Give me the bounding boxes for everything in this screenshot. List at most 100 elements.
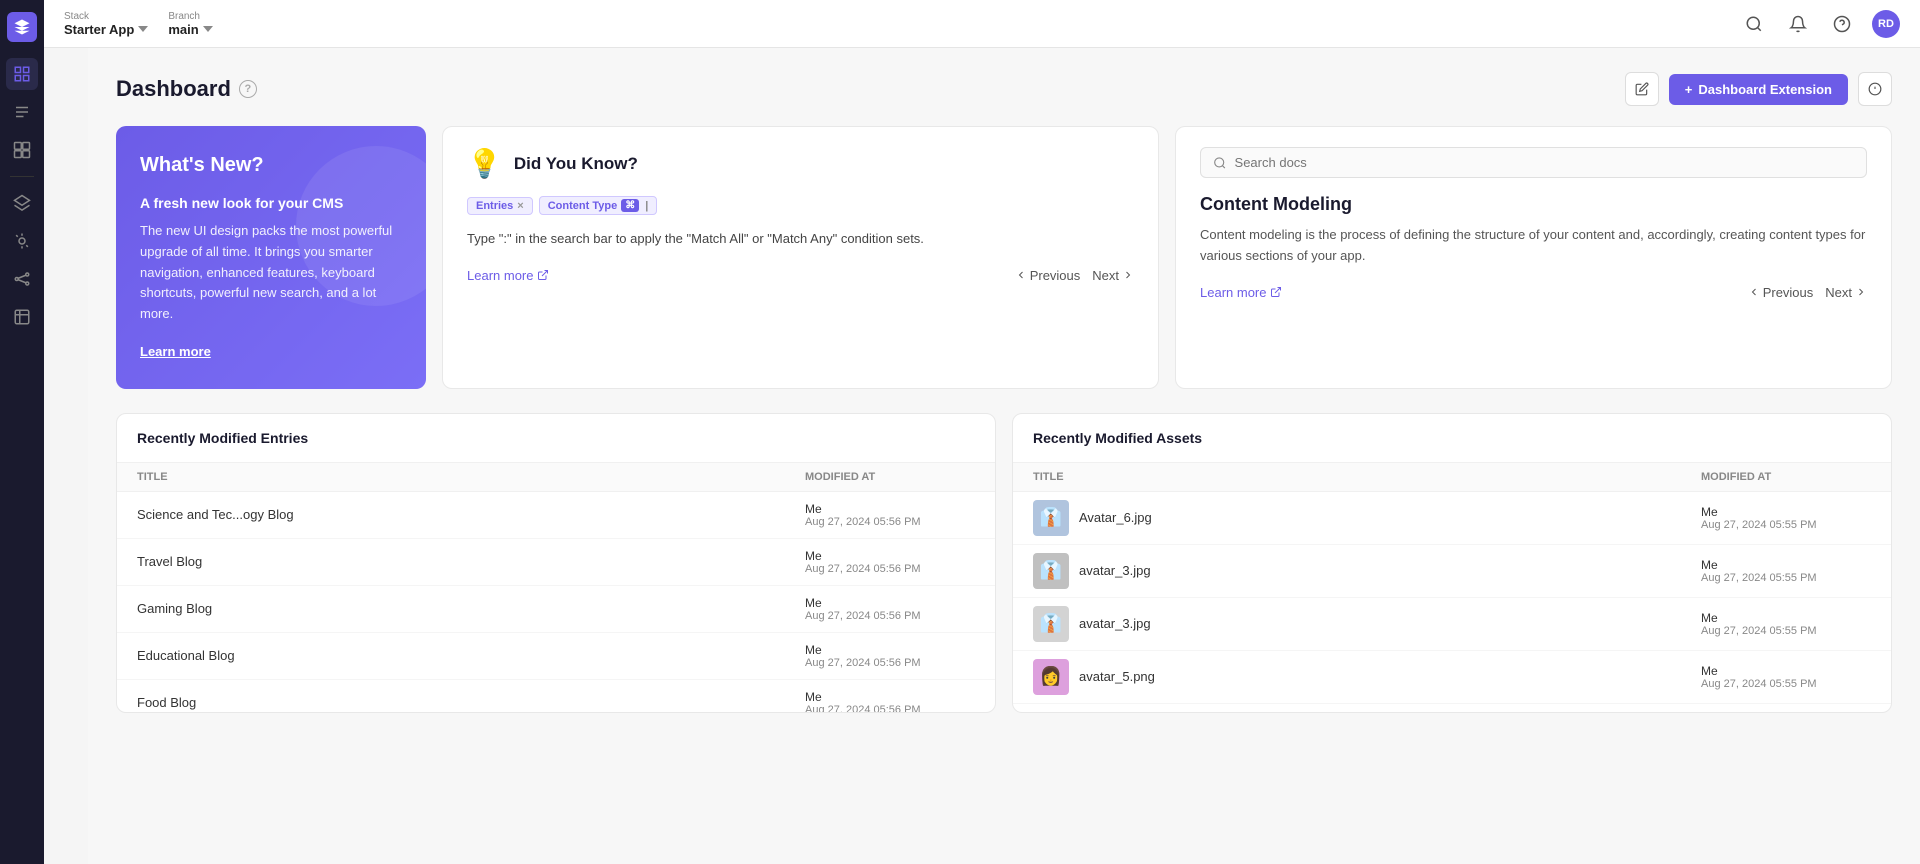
page-header-actions: + Dashboard Extension (1625, 72, 1892, 106)
sidebar-item-extensions[interactable] (6, 301, 38, 333)
stack-value[interactable]: Starter App (64, 22, 148, 37)
asset-modified: Me Aug 27, 2024 05:55 PM (1701, 664, 1871, 690)
tag-entries-close[interactable]: × (517, 200, 523, 212)
asset-modified: Me Aug 27, 2024 05:55 PM (1701, 558, 1871, 584)
asset-thumbnail: 👩 (1033, 659, 1069, 695)
docs-prev-button[interactable]: Previous (1748, 285, 1814, 300)
card-tip-footer: Learn more Previous Next (467, 268, 1134, 283)
entry-modified: Me Aug 27, 2024 05:56 PM (805, 502, 975, 528)
asset-name: avatar_3.jpg (1079, 616, 1691, 631)
whats-new-card: What's New? A fresh new look for your CM… (116, 126, 426, 389)
whats-new-subtitle: A fresh new look for your CMS (140, 195, 402, 211)
search-icon[interactable] (1740, 10, 1768, 38)
sidebar-item-content[interactable] (6, 96, 38, 128)
tag-entries[interactable]: Entries × (467, 197, 533, 215)
entry-title: Travel Blog (137, 554, 805, 569)
dashboard-extension-button[interactable]: + Dashboard Extension (1669, 74, 1848, 105)
asset-modified: Me Aug 27, 2024 05:55 PM (1701, 505, 1871, 531)
asset-name: avatar_5.png (1079, 669, 1691, 684)
entries-col-modified: Modified At (805, 471, 975, 483)
entries-table-card: Recently Modified Entries Title Modified… (116, 413, 996, 713)
did-you-know-card: 💡 Did You Know? Entries × Content Type ⌘… (442, 126, 1159, 389)
branch-value[interactable]: main (168, 22, 212, 37)
table-row[interactable]: Gaming Blog Me Aug 27, 2024 05:56 PM (117, 586, 995, 633)
entry-modified: Me Aug 27, 2024 05:56 PM (805, 549, 975, 575)
topbar: Stack Starter App Branch main (44, 0, 1920, 48)
entry-title: Food Blog (137, 695, 805, 710)
list-item[interactable]: 👔 avatar_3.jpg Me Aug 27, 2024 05:55 PM (1013, 598, 1891, 651)
docs-search-bar[interactable] (1200, 147, 1867, 178)
entries-table-header: Recently Modified Entries (117, 414, 995, 463)
asset-thumbnail: 👔 (1033, 553, 1069, 589)
entry-modified: Me Aug 27, 2024 05:56 PM (805, 596, 975, 622)
stack-selector[interactable]: Stack Starter App (64, 11, 148, 37)
sidebar-item-workflows[interactable] (6, 263, 38, 295)
sidebar-item-deploy[interactable] (6, 225, 38, 257)
edit-button[interactable] (1625, 72, 1659, 106)
topbar-stack-info: Stack Starter App Branch main (64, 11, 213, 37)
content-modeling-card: Content Modeling Content modeling is the… (1175, 126, 1892, 389)
sidebar (0, 0, 44, 864)
stack-label: Stack (64, 11, 148, 22)
topbar-actions: RD (1740, 10, 1900, 38)
assets-table-columns: Title Modified At (1013, 463, 1891, 492)
whats-new-link[interactable]: Learn more (140, 344, 211, 359)
card-tip-header: 💡 Did You Know? (467, 147, 1134, 180)
docs-nav: Previous Next (1748, 285, 1867, 300)
page-header: Dashboard ? + Dashboard Extension (116, 72, 1892, 106)
assets-table-body: 👔 Avatar_6.jpg Me Aug 27, 2024 05:55 PM … (1013, 492, 1891, 712)
page-title: Dashboard ? (116, 76, 257, 102)
did-you-know-link[interactable]: Learn more (467, 268, 549, 283)
list-item[interactable]: 👩 avatar_5.png Me Aug 27, 2024 05:55 PM (1013, 651, 1891, 704)
assets-table-header: Recently Modified Assets (1013, 414, 1891, 463)
user-avatar[interactable]: RD (1872, 10, 1900, 38)
table-row[interactable]: Educational Blog Me Aug 27, 2024 05:56 P… (117, 633, 995, 680)
branch-selector[interactable]: Branch main (168, 11, 212, 37)
entry-modified: Me Aug 27, 2024 05:56 PM (805, 690, 975, 712)
list-item[interactable]: 👔 Avatar_6.jpg Me Aug 27, 2024 05:55 PM (1013, 492, 1891, 545)
sidebar-item-dashboard[interactable] (6, 58, 38, 90)
help-icon[interactable] (1828, 10, 1856, 38)
cards-row: What's New? A fresh new look for your CM… (116, 126, 1892, 389)
did-you-know-desc: Type ":" in the search bar to apply the … (467, 229, 1134, 250)
assets-col-modified: Modified At (1701, 471, 1871, 483)
tip-next-button[interactable]: Next (1092, 268, 1134, 283)
content-modeling-footer: Learn more Previous Next (1200, 285, 1867, 300)
entry-title: Educational Blog (137, 648, 805, 663)
asset-thumbnail: 👔 (1033, 606, 1069, 642)
whats-new-title: What's New? (140, 154, 402, 177)
content-modeling-link[interactable]: Learn more (1200, 285, 1282, 300)
info-button[interactable] (1858, 72, 1892, 106)
docs-next-button[interactable]: Next (1825, 285, 1867, 300)
did-you-know-title: Did You Know? (514, 154, 638, 174)
sidebar-item-modules[interactable] (6, 134, 38, 166)
branch-label: Branch (168, 11, 212, 22)
sidebar-logo[interactable] (7, 12, 37, 42)
list-item[interactable]: 👔 avatar_3.jpg Me Aug 27, 2024 05:55 PM (1013, 545, 1891, 598)
card-tip-nav: Previous Next (1015, 268, 1134, 283)
sidebar-item-layers[interactable] (6, 187, 38, 219)
main-content: Dashboard ? + Dashboard Extension (88, 48, 1920, 864)
notifications-icon[interactable] (1784, 10, 1812, 38)
content-modeling-desc: Content modeling is the process of defin… (1200, 225, 1867, 267)
tip-prev-button[interactable]: Previous (1015, 268, 1081, 283)
entries-col-title: Title (137, 471, 805, 483)
table-row[interactable]: Science and Tec...ogy Blog Me Aug 27, 20… (117, 492, 995, 539)
asset-name: avatar_3.jpg (1079, 563, 1691, 578)
card-tip-tags: Entries × Content Type ⌘ | (467, 196, 1134, 215)
whats-new-desc: The new UI design packs the most powerfu… (140, 221, 402, 325)
tables-row: Recently Modified Entries Title Modified… (116, 413, 1892, 713)
table-row[interactable]: Travel Blog Me Aug 27, 2024 05:56 PM (117, 539, 995, 586)
asset-modified: Me Aug 27, 2024 05:55 PM (1701, 611, 1871, 637)
asset-name: Avatar_6.jpg (1079, 510, 1691, 525)
entry-title: Gaming Blog (137, 601, 805, 616)
page-help-icon[interactable]: ? (239, 80, 257, 98)
table-row[interactable]: Food Blog Me Aug 27, 2024 05:56 PM (117, 680, 995, 712)
asset-thumbnail: 👔 (1033, 500, 1069, 536)
tag-badge: ⌘ (621, 199, 639, 212)
docs-search-input[interactable] (1235, 155, 1854, 170)
assets-col-title: Title (1033, 471, 1701, 483)
tag-content-type[interactable]: Content Type ⌘ | (539, 196, 658, 215)
sidebar-divider-1 (10, 176, 34, 177)
list-item[interactable]: 🖼 travel_blog_banner.jpg Me Aug 27, 2024… (1013, 704, 1891, 712)
